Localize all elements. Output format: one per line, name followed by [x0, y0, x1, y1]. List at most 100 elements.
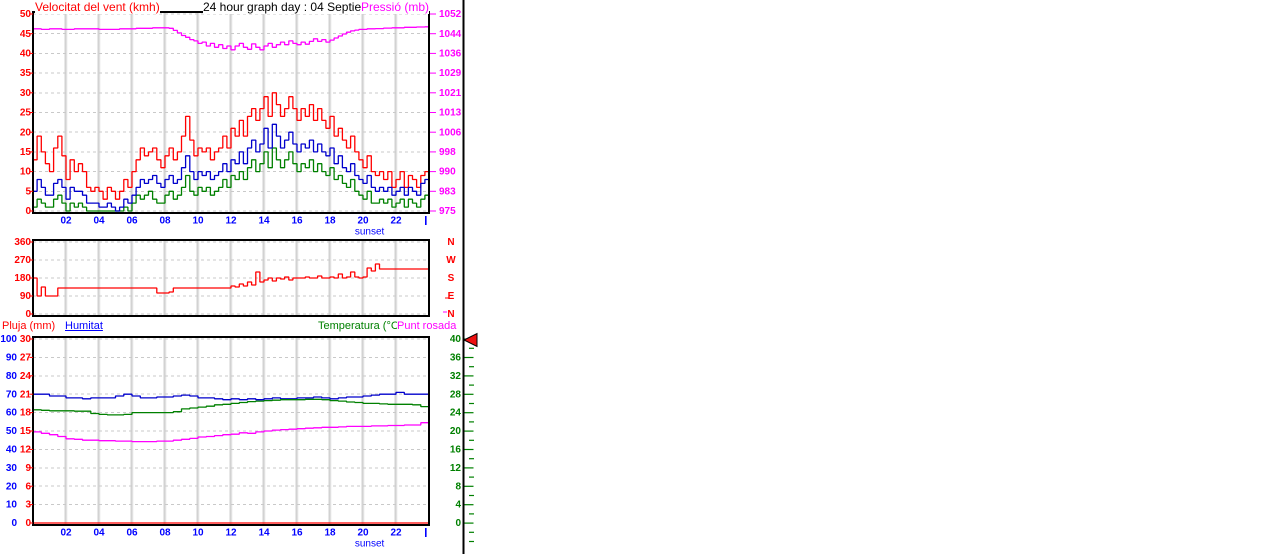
weather-graphs-window: 50 45 40 35 30 25 20 15 10 5 0 1052 1044 1036 1029 1021… [0, 0, 1280, 554]
x-tick-label: 14 [258, 528, 270, 539]
x-tick-label: 04 [93, 528, 105, 539]
temp-tick [464, 504, 474, 506]
temp-tick [464, 412, 474, 414]
x-tick-label: 10 [192, 528, 204, 539]
stray-tick [443, 311, 447, 313]
sunset-label: sunset [355, 227, 385, 238]
wind-axis-title: Velocitat del vent (kmh) [35, 0, 160, 14]
rain-tick-label: 24 [20, 371, 32, 382]
x-tick-label: 10 [192, 216, 204, 227]
rain-tick-label: 30 [20, 334, 32, 345]
pressure-tick-label: 1013 [439, 108, 462, 119]
pressure-tick [430, 190, 436, 192]
temp-minor-tick [469, 402, 474, 405]
humidity-tick-label: 70 [6, 389, 18, 400]
rain-tick [29, 522, 33, 524]
rain-tick [29, 504, 33, 506]
temp-minor-tick [469, 494, 474, 497]
pressure-tick-label: 1021 [439, 88, 462, 99]
pressure-tick [430, 151, 436, 153]
x-tick-label: 20 [357, 216, 369, 227]
humidity-tick-label: 40 [6, 445, 18, 456]
speed-tick [29, 92, 33, 94]
temp-tick-label: 8 [455, 481, 461, 492]
pressure-tick [430, 92, 436, 94]
temp-minor-tick [469, 513, 474, 515]
x-tick-label: 02 [60, 216, 72, 227]
temp-tick [464, 485, 474, 487]
gridline-vertical-highlight [198, 337, 200, 525]
temp-minor-tick [469, 421, 474, 423]
temp-tick [464, 356, 474, 359]
pressure-tick [430, 112, 436, 113]
x-tick-label: 18 [324, 528, 336, 539]
gridline-vertical-highlight [264, 240, 266, 316]
speed-tick-label: 45 [20, 29, 32, 40]
rain-tick-label: 18 [20, 408, 32, 419]
x-tick-label: 12 [225, 528, 237, 539]
temp-arrow-marker [462, 332, 478, 348]
humidity-tick-label: 20 [6, 481, 18, 492]
sunset-label: sunset [355, 539, 385, 550]
temp-tick [464, 522, 474, 524]
x-tick-label: 16 [291, 528, 303, 539]
temp-tick [464, 375, 474, 377]
speed-tick-label: 35 [20, 68, 32, 79]
pressure-tick-label: 1036 [439, 49, 462, 60]
humidity-tick-label: 10 [6, 500, 18, 511]
degrees-tick [29, 259, 33, 261]
x-axis-end-tick [425, 216, 427, 225]
x-tick-label: 22 [390, 528, 402, 539]
pressure-tick-label: 990 [439, 167, 456, 178]
pressure-tick-label: 983 [439, 186, 456, 197]
x-tick-label: 22 [390, 216, 402, 227]
temp-minor-tick [469, 384, 474, 386]
speed-tick [29, 72, 33, 74]
temp-tick [464, 467, 474, 469]
speed-tick [29, 210, 33, 212]
speed-tick-label: 5 [25, 186, 31, 197]
speed-tick-label: 25 [20, 108, 32, 119]
wind-dir-letter: N [447, 237, 454, 248]
x-tick-label: 08 [159, 216, 171, 227]
x-tick-label: 04 [93, 216, 105, 227]
pressure-tick [430, 131, 436, 133]
rain-tick [29, 393, 33, 395]
humidity-tick-label: 60 [6, 408, 18, 419]
x-tick-label: 20 [357, 528, 369, 539]
speed-tick [29, 33, 33, 35]
pressure-tick [430, 13, 436, 15]
degrees-tick [29, 277, 33, 279]
x-tick-label: 02 [60, 528, 72, 539]
rain-tick-label: 0 [25, 518, 31, 529]
wind-dir-letter: W [446, 255, 456, 266]
speed-tick-label: 0 [25, 206, 31, 217]
temp-tick-label: 0 [455, 518, 461, 529]
temp-minor-tick [469, 476, 474, 478]
degrees-tick-label: 90 [20, 291, 32, 302]
humidity-tick-label: 90 [6, 353, 18, 364]
wind-dir-letter: S [448, 273, 455, 284]
x-tick-label: 08 [159, 528, 171, 539]
humidity-tick-label: 100 [0, 334, 17, 345]
temp-tick [464, 430, 474, 432]
temp-tick [464, 448, 474, 451]
rain-tick [29, 356, 33, 358]
pressure-tick-label: 1052 [439, 9, 462, 20]
speed-tick [29, 131, 33, 133]
wind-dir-letter: E [448, 291, 455, 302]
temp-minor-tick [469, 540, 474, 543]
humidity-axis-label[interactable]: Humitat [65, 320, 103, 333]
temp-tick-label: 36 [450, 353, 462, 364]
degrees-tick-label: 360 [14, 237, 31, 248]
pressure-tick-label: 998 [439, 147, 456, 158]
temp-tick [464, 393, 474, 395]
rain-tick-label: 3 [25, 500, 31, 511]
rain-tick-label: 21 [20, 389, 32, 400]
degrees-tick [29, 313, 33, 315]
gridline-vertical-highlight [330, 337, 332, 525]
dew-point-axis-label: Punt rosada [397, 320, 457, 333]
pressure-tick-label: 1044 [439, 29, 462, 40]
temperature-axis-label: Temperatura (°C) [318, 320, 403, 333]
pressure-tick-label: 1029 [439, 68, 462, 79]
